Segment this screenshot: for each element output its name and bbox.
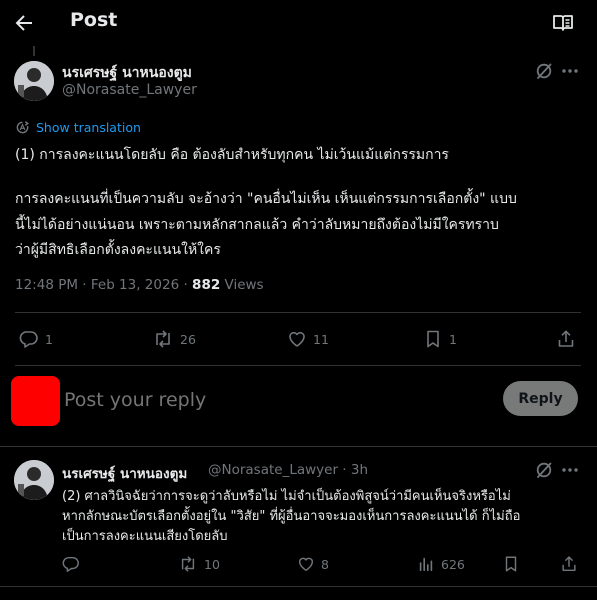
repost-count: 26: [180, 331, 196, 347]
reply-action[interactable]: [62, 555, 80, 573]
bookmark-action[interactable]: [502, 555, 520, 573]
repost-icon: [152, 329, 174, 349]
reply-icon: [62, 555, 80, 573]
repost-action[interactable]: 10: [178, 555, 220, 573]
more-options-icon[interactable]: [560, 63, 580, 79]
divider: [15, 365, 581, 366]
post-meta: 12:48 PM · Feb 13, 2026 · 882 Views: [15, 277, 264, 293]
like-count: 11: [313, 331, 329, 347]
share-icon: [556, 329, 576, 349]
reply-author-name[interactable]: นรเศรษฐ์ นาหนองตูม: [62, 462, 187, 484]
bookmark-icon: [423, 329, 443, 349]
back-arrow-icon[interactable]: [12, 11, 36, 35]
reader-mode-icon[interactable]: [552, 12, 574, 34]
post-text-line: นี้ไม่ได้อย่างแน่นอน เพราะตามหลักสากลแล้…: [15, 217, 499, 233]
views-count: 882: [192, 277, 221, 293]
heart-icon: [287, 329, 307, 349]
show-translation-link[interactable]: Show translation: [15, 118, 141, 136]
grok-icon[interactable]: [535, 461, 553, 479]
reply-input[interactable]: [64, 386, 484, 414]
reply-button[interactable]: Reply: [503, 381, 578, 416]
repost-icon: [178, 555, 198, 573]
author-handle[interactable]: @Norasate_Lawyer: [62, 82, 197, 98]
bookmark-icon: [502, 555, 520, 573]
more-options-icon[interactable]: [560, 462, 580, 478]
divider: [0, 446, 597, 447]
post-text-line: การลงคะแนนที่เป็นความลับ จะอ้างว่า "คนอื…: [15, 191, 517, 207]
bookmark-count: 1: [449, 331, 457, 347]
reply-action[interactable]: 1: [19, 329, 53, 349]
post-text-line: ว่าผู้มีสิทธิเลือกตั้งลงคะแนนให้ใคร: [15, 242, 221, 258]
user-avatar[interactable]: [11, 376, 60, 426]
post-timestamp[interactable]: 12:48 PM · Feb 13, 2026 ·: [15, 277, 192, 293]
post-text-line: (1) การลงคะแนนโดยลับ คือ ต้องลับสำหรับทุ…: [15, 147, 449, 163]
author-avatar[interactable]: [14, 61, 54, 101]
bookmark-action[interactable]: 1: [423, 329, 457, 349]
reply-count: 1: [45, 331, 53, 347]
share-action[interactable]: [560, 555, 578, 573]
reply-text-line: (2) ศาลวินิจฉัยว่าการจะดูว่าลับหรือไม่ ไ…: [62, 489, 511, 504]
top-bar: Post: [0, 0, 597, 44]
views-count: 626: [441, 556, 465, 572]
views-label: Views: [220, 277, 264, 293]
like-action[interactable]: 11: [287, 329, 329, 349]
like-count: 8: [321, 556, 329, 572]
reply-text-line: หากลักษณะบัตรเลือกตั้งอยู่ใน "วิสัย" ที่…: [62, 509, 521, 524]
analytics-icon: [417, 555, 435, 573]
grok-icon[interactable]: [535, 62, 553, 80]
author-name[interactable]: นรเศรษฐ์ นาหนองตูม: [62, 62, 192, 84]
heart-icon: [297, 555, 315, 573]
repost-count: 10: [204, 556, 220, 572]
reply-text-line: เป็นการลงคะแนนเสียงโดยลับ: [62, 529, 228, 544]
page-title: Post: [70, 9, 118, 31]
reply-icon: [19, 329, 39, 349]
divider: [0, 586, 597, 587]
translate-icon: [15, 120, 30, 135]
share-action[interactable]: [556, 329, 576, 349]
divider: [15, 312, 581, 313]
views-action[interactable]: 626: [417, 555, 465, 573]
repost-action[interactable]: 26: [152, 329, 196, 349]
thread-connector: [33, 46, 35, 56]
like-action[interactable]: 8: [297, 555, 329, 573]
reply-author-handle[interactable]: @Norasate_Lawyer · 3h: [208, 462, 368, 478]
share-icon: [560, 555, 578, 573]
show-translation-label: Show translation: [36, 119, 141, 135]
reply-author-avatar[interactable]: [14, 460, 54, 500]
